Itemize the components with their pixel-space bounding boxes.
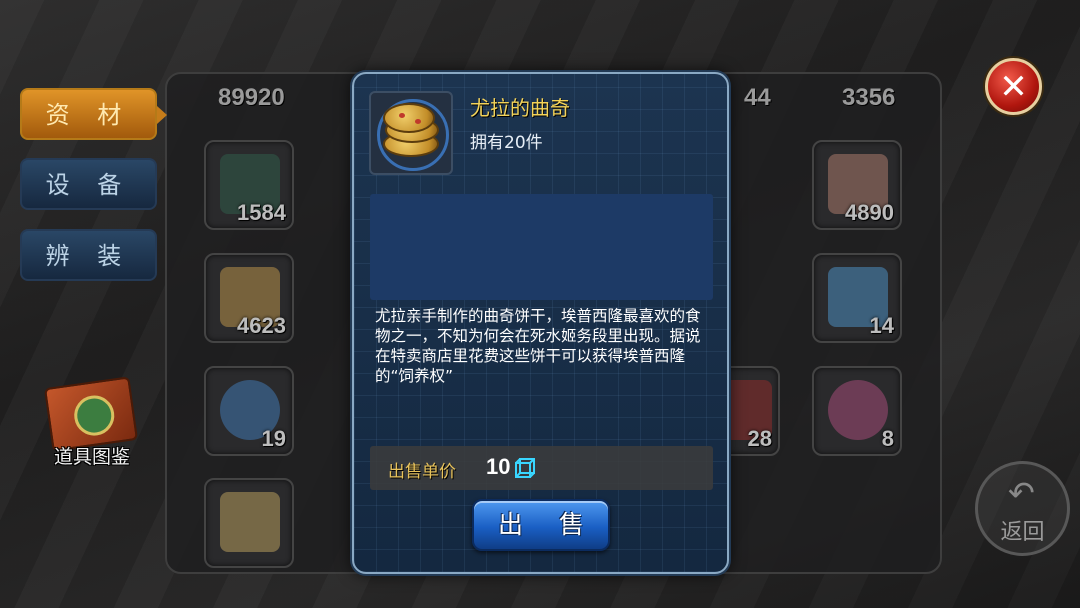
item-name: 尤拉的曲奇 bbox=[470, 96, 570, 120]
item-count: 3356 bbox=[842, 84, 896, 111]
back-button[interactable]: ↶ 返回 bbox=[975, 461, 1070, 556]
inventory-slot[interactable]: 4623 bbox=[204, 253, 294, 343]
tab-materials[interactable]: 资 材 bbox=[20, 88, 167, 140]
back-label: 返回 bbox=[1000, 520, 1045, 545]
item-guide-button[interactable]: 道具图鉴 bbox=[42, 376, 142, 473]
inventory-slot[interactable]: 1584 bbox=[204, 140, 294, 230]
item-guide-label: 道具图鉴 bbox=[53, 446, 130, 468]
price-label: 出售单价 bbox=[388, 462, 456, 482]
inventory-slot[interactable]: 8 bbox=[812, 366, 902, 456]
item-illustration-area bbox=[370, 194, 713, 300]
close-icon: ✕ bbox=[999, 66, 1028, 107]
price-value: 10 bbox=[486, 454, 511, 479]
book-icon bbox=[43, 376, 139, 452]
inventory-slot[interactable]: 19 bbox=[204, 366, 294, 456]
cube-currency-icon bbox=[515, 458, 535, 478]
price-bar: 出售单价 10 bbox=[370, 446, 713, 490]
tab-costume[interactable]: 辨 装 bbox=[20, 229, 157, 281]
close-button[interactable]: ✕ bbox=[985, 58, 1042, 115]
item-owned-count: 拥有20件 bbox=[470, 133, 543, 153]
inventory-slot[interactable]: 14 bbox=[812, 253, 902, 343]
ration-item-icon bbox=[220, 492, 280, 552]
back-arrow-icon: ↶ bbox=[1008, 474, 1035, 512]
item-count: 44 bbox=[744, 84, 771, 111]
emblem-item-icon bbox=[828, 380, 888, 440]
item-count: 89920 bbox=[218, 84, 285, 111]
tab-equipment[interactable]: 设 备 bbox=[20, 158, 157, 210]
inventory-slot[interactable]: 4890 bbox=[812, 140, 902, 230]
sell-button[interactable]: 出 售 bbox=[472, 499, 610, 551]
inventory-slot[interactable] bbox=[204, 478, 294, 568]
item-count: 28 bbox=[747, 426, 772, 451]
item-count: 19 bbox=[261, 426, 286, 451]
item-detail-dialog: 尤拉的曲奇 拥有20件 尤拉亲手制作的曲奇饼干，埃普西隆最喜欢的食物之一，不知为… bbox=[352, 72, 729, 574]
cookie-icon bbox=[383, 103, 435, 133]
item-description: 尤拉亲手制作的曲奇饼干，埃普西隆最喜欢的食物之一，不知为何会在死水姬务段里出现。… bbox=[375, 307, 701, 385]
item-count: 1584 bbox=[237, 200, 286, 225]
item-count: 14 bbox=[869, 313, 894, 338]
item-thumbnail bbox=[369, 91, 453, 175]
item-count: 4623 bbox=[237, 313, 286, 338]
item-count: 8 bbox=[881, 426, 894, 451]
item-count: 4890 bbox=[845, 200, 894, 225]
